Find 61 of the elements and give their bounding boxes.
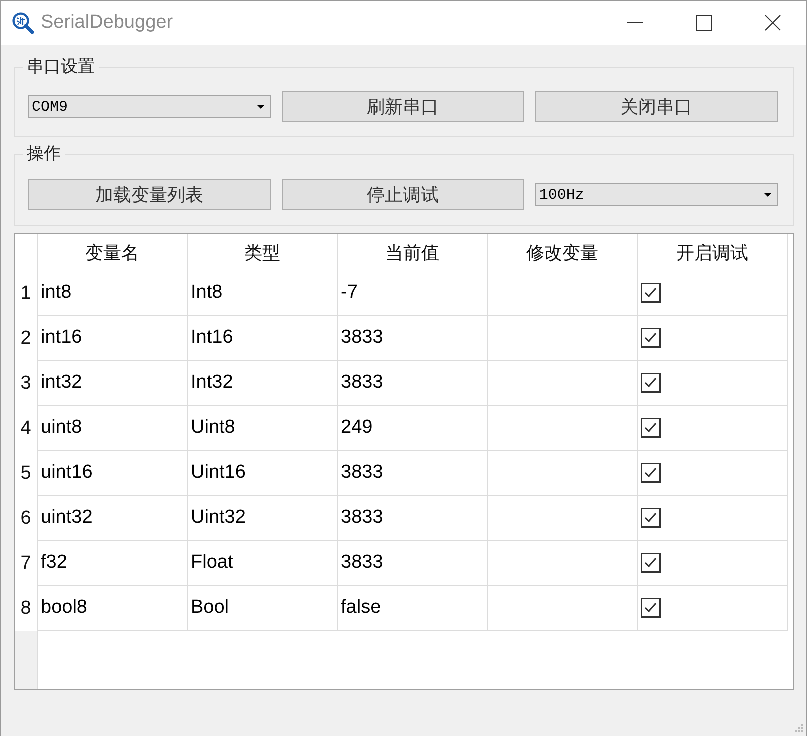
column-header: 当前值 bbox=[338, 234, 488, 271]
checkbox[interactable] bbox=[641, 508, 661, 528]
group-title: 串口设置 bbox=[26, 57, 96, 77]
push-button[interactable]: 关闭串口 bbox=[535, 91, 778, 122]
row-number: 1 bbox=[15, 271, 38, 316]
table-cell: f32 bbox=[38, 541, 188, 586]
table-cell: Int32 bbox=[188, 361, 338, 406]
table-cell: uint16 bbox=[38, 451, 188, 496]
row-header-background bbox=[15, 631, 38, 689]
table-cell: Uint32 bbox=[188, 496, 338, 541]
table-cell: Uint16 bbox=[188, 451, 338, 496]
checkbox[interactable] bbox=[641, 283, 661, 303]
column-header: 修改变量 bbox=[488, 234, 638, 271]
caret-icon bbox=[764, 193, 772, 197]
table-cell: Float bbox=[188, 541, 338, 586]
rate-dropdown[interactable]: 100Hz bbox=[535, 183, 778, 206]
table-cell: false bbox=[338, 586, 488, 631]
checkbox[interactable] bbox=[641, 373, 661, 393]
minimize-icon bbox=[626, 22, 642, 24]
table-cell: 3833 bbox=[338, 541, 488, 586]
caret-icon bbox=[256, 105, 265, 109]
port-dropdown[interactable]: COM9 bbox=[28, 95, 271, 118]
column-header: 变量名 bbox=[38, 234, 188, 271]
table-cell: Int16 bbox=[188, 316, 338, 361]
push-button[interactable]: 加载变量列表 bbox=[28, 179, 271, 210]
magnifier-icon bbox=[12, 12, 34, 34]
resize-grip-icon[interactable] bbox=[795, 724, 804, 733]
table-cell: Bool bbox=[188, 586, 338, 631]
maximize-icon bbox=[696, 15, 712, 31]
table-cell: Uint8 bbox=[188, 406, 338, 451]
table-cell: uint8 bbox=[38, 406, 188, 451]
checkbox[interactable] bbox=[641, 598, 661, 618]
row-number: 3 bbox=[15, 361, 38, 406]
row-number: 4 bbox=[15, 406, 38, 451]
checkbox[interactable] bbox=[641, 553, 661, 573]
row-number: 6 bbox=[15, 496, 38, 541]
row-number: 7 bbox=[15, 541, 38, 586]
group-title: 操作 bbox=[26, 144, 62, 164]
checkbox[interactable] bbox=[641, 418, 661, 438]
row-number: 5 bbox=[15, 451, 38, 496]
close-icon bbox=[764, 15, 780, 31]
table-cell: 3833 bbox=[338, 451, 488, 496]
table-cell: 3833 bbox=[338, 361, 488, 406]
table-cell: 3833 bbox=[338, 316, 488, 361]
table-cell: int32 bbox=[38, 361, 188, 406]
table-cell: uint32 bbox=[38, 496, 188, 541]
push-button[interactable]: 刷新串口 bbox=[282, 91, 524, 122]
row-number: 2 bbox=[15, 316, 38, 361]
table-cell: Int8 bbox=[188, 271, 338, 316]
checkbox[interactable] bbox=[641, 328, 661, 348]
column-header: 开启调试 bbox=[638, 234, 788, 271]
table-cell: -7 bbox=[338, 271, 488, 316]
checkbox[interactable] bbox=[641, 463, 661, 483]
table-cell: int8 bbox=[38, 271, 188, 316]
column-header: 类型 bbox=[188, 234, 338, 271]
window-title: SerialDebugger bbox=[41, 12, 174, 34]
push-button[interactable]: 停止调试 bbox=[282, 179, 524, 210]
table-cell: bool8 bbox=[38, 586, 188, 631]
table-cell: 249 bbox=[338, 406, 488, 451]
table-cell: int16 bbox=[38, 316, 188, 361]
table-cell: 3833 bbox=[338, 496, 488, 541]
